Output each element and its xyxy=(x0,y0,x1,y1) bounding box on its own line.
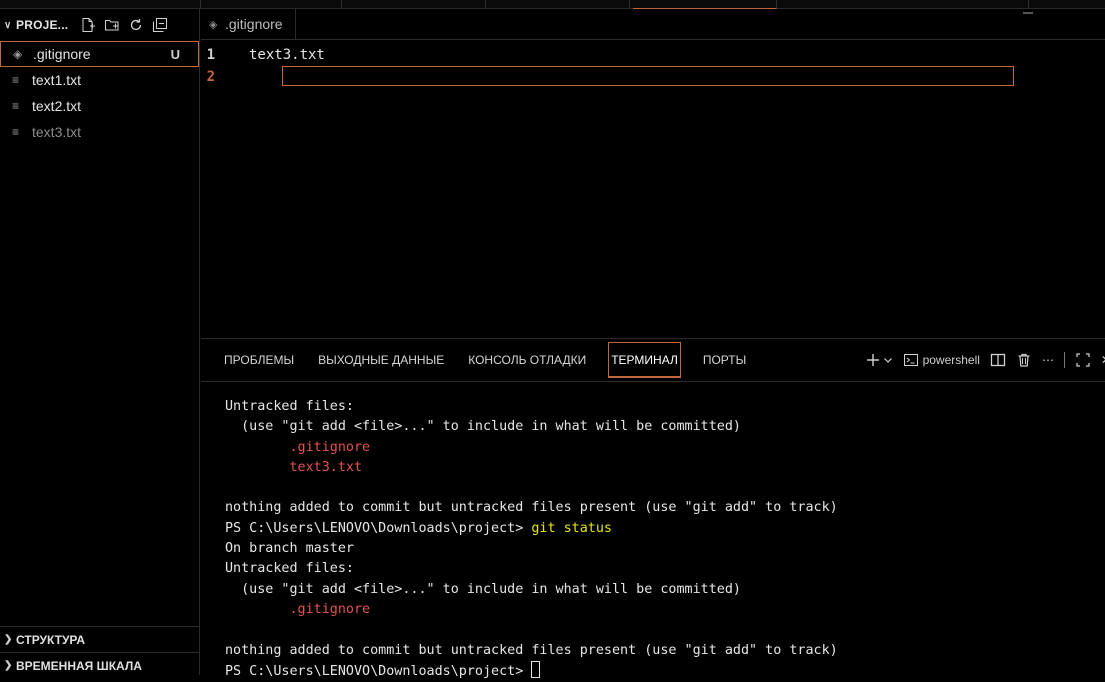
file-item-text2[interactable]: ≡ text2.txt xyxy=(0,93,199,119)
panel-actions: powershell ⋯ ✕ xyxy=(865,339,1105,381)
top-strip-segment xyxy=(342,0,486,8)
explorer-header[interactable]: ∨ PROJE... xyxy=(0,9,199,41)
top-strip-segment xyxy=(780,0,1029,8)
chevron-down-icon[interactable]: ∨ xyxy=(4,20,14,31)
explorer-actions xyxy=(80,17,168,33)
new-terminal-icon[interactable] xyxy=(865,352,881,368)
line-text: text3.txt xyxy=(249,47,325,63)
new-file-icon[interactable] xyxy=(80,17,96,33)
chevron-down-icon[interactable] xyxy=(883,355,893,365)
terminal-line: Untracked files: xyxy=(225,399,354,414)
line-number: 1 xyxy=(206,47,215,63)
outline-section-label: СТРУКТУРА xyxy=(16,632,86,647)
file-name: text1.txt xyxy=(32,72,82,88)
explorer-title: PROJE... xyxy=(16,18,69,32)
tab-terminal[interactable]: ТЕРМИНАЛ xyxy=(608,342,681,378)
file-name: .gitignore xyxy=(33,46,91,62)
top-strip-segment xyxy=(486,0,630,8)
tab-problems[interactable]: ПРОБЛЕМЫ xyxy=(201,339,306,381)
terminal-line: nothing added to commit but untracked fi… xyxy=(225,642,838,658)
minimap-indicator xyxy=(1023,12,1033,14)
outline-section[interactable]: ❯ СТРУКТУРА xyxy=(0,626,199,652)
terminal-prompt-line: PS C:\Users\LENOVO\Downloads\project> xyxy=(225,660,1105,682)
terminal-prompt-icon xyxy=(903,352,919,368)
terminal-line-untracked: text3.txt xyxy=(225,459,363,475)
file-item-text1[interactable]: ≡ text1.txt xyxy=(0,67,199,93)
shell-label: powershell xyxy=(922,353,980,367)
tab-debug-console[interactable]: КОНСОЛЬ ОТЛАДКИ xyxy=(456,339,598,381)
gitignore-icon: ◈ xyxy=(209,18,218,31)
maximize-panel-icon[interactable] xyxy=(1075,352,1091,368)
split-terminal-icon[interactable] xyxy=(990,352,1006,368)
prompt-text: PS C:\Users\LENOVO\Downloads\project> xyxy=(225,520,532,536)
divider xyxy=(1063,352,1065,368)
terminal-line: (use "git add <file>..." to include in w… xyxy=(225,419,741,435)
line-number: 2 xyxy=(206,69,215,85)
editor-area: ◈ .gitignore 1 text3.txt 2 xyxy=(201,9,1105,337)
file-name: text2.txt xyxy=(32,98,82,114)
code-line: 1 text3.txt xyxy=(201,44,1105,66)
timeline-section-label: ВРЕМЕННАЯ ШКАЛА xyxy=(16,658,142,673)
more-actions-icon[interactable]: ⋯ xyxy=(1042,353,1054,367)
top-strip-segment xyxy=(0,0,201,8)
editor-tab-bar: ◈ .gitignore xyxy=(201,9,1105,40)
current-line-highlight xyxy=(282,66,1014,86)
terminal-line-untracked: .gitignore xyxy=(225,601,371,617)
terminal-line: On branch master xyxy=(225,541,354,557)
terminal-line: nothing added to commit but untracked fi… xyxy=(225,500,838,516)
terminal-prompt-line: PS C:\Users\LENOVO\Downloads\project> gi… xyxy=(225,519,1105,539)
tab-output[interactable]: ВЫХОДНЫЕ ДАННЫЕ xyxy=(306,339,456,381)
timeline-section[interactable]: ❯ ВРЕМЕННАЯ ШКАЛА xyxy=(0,652,199,678)
close-panel-icon[interactable]: ✕ xyxy=(1101,353,1105,367)
top-strip-segment xyxy=(201,0,342,8)
terminal-cursor xyxy=(531,660,541,678)
top-strip-segment-active xyxy=(633,0,777,9)
new-folder-icon[interactable] xyxy=(104,17,120,33)
editor-tab-gitignore[interactable]: ◈ .gitignore xyxy=(201,9,296,39)
bottom-panel: ПРОБЛЕМЫ ВЫХОДНЫЕ ДАННЫЕ КОНСОЛЬ ОТЛАДКИ… xyxy=(201,338,1105,679)
editor-tab-label: .gitignore xyxy=(225,16,283,32)
code-editor[interactable]: 1 text3.txt 2 xyxy=(201,44,1105,88)
panel-tab-bar: ПРОБЛЕМЫ ВЫХОДНЫЕ ДАННЫЕ КОНСОЛЬ ОТЛАДКИ… xyxy=(201,339,1105,382)
terminal-shell-selector[interactable]: powershell xyxy=(903,352,980,368)
chevron-right-icon: ❯ xyxy=(4,660,13,671)
file-name: text3.txt xyxy=(32,124,82,140)
terminal-output[interactable]: Untracked files: (use "git add <file>...… xyxy=(201,382,1105,682)
collapse-all-icon[interactable] xyxy=(152,17,168,33)
text-file-icon: ≡ xyxy=(12,99,20,113)
terminal-line: Untracked files: xyxy=(225,561,354,577)
file-item-gitignore[interactable]: ◈ .gitignore U xyxy=(0,41,199,67)
top-tab-strip xyxy=(0,0,1105,9)
gitignore-icon: ◈ xyxy=(13,47,23,61)
text-file-icon: ≡ xyxy=(12,73,20,87)
terminal-line: (use "git add <file>..." to include in w… xyxy=(225,581,741,597)
tab-ports[interactable]: ПОРТЫ xyxy=(691,339,758,381)
chevron-right-icon: ❯ xyxy=(4,634,13,645)
text-file-icon: ≡ xyxy=(12,125,20,139)
file-item-text3[interactable]: ≡ text3.txt xyxy=(0,119,199,145)
terminal-line-untracked: .gitignore xyxy=(225,439,371,455)
refresh-icon[interactable] xyxy=(128,17,144,33)
prompt-text: PS C:\Users\LENOVO\Downloads\project> xyxy=(225,663,532,679)
explorer-sidebar: ∨ PROJE... ◈ .gitignore U ≡ text1.txt ≡ … xyxy=(0,9,200,675)
untracked-badge: U xyxy=(170,46,180,62)
command-text: git status xyxy=(531,520,612,536)
trash-icon[interactable] xyxy=(1016,352,1032,368)
